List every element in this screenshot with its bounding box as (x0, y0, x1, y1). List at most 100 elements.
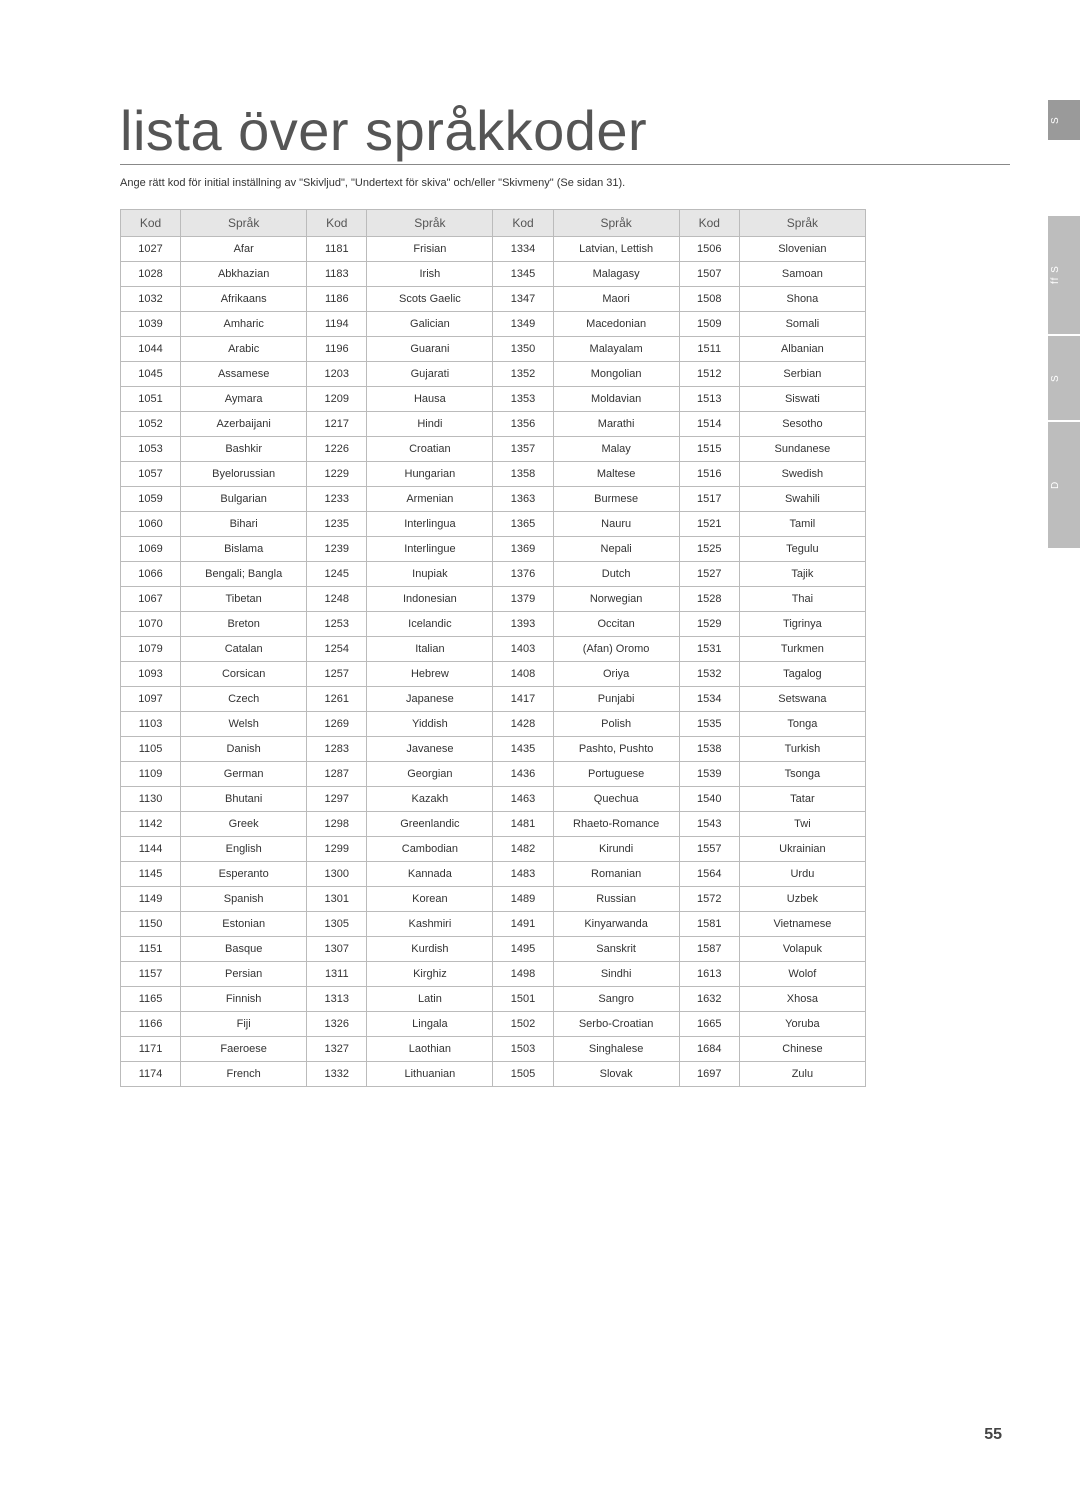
language-cell: Bulgarian (181, 487, 307, 512)
code-cell: 1529 (679, 612, 739, 637)
table-row: 1105Danish1283Javanese1435Pashto, Pushto… (121, 737, 866, 762)
code-cell: 1300 (307, 862, 367, 887)
code-cell: 1261 (307, 687, 367, 712)
language-cell: Javanese (367, 737, 493, 762)
language-cell: Danish (181, 737, 307, 762)
table-row: 1069Bislama1239Interlingue1369Nepali1525… (121, 537, 866, 562)
table-row: 1150Estonian1305Kashmiri1491Kinyarwanda1… (121, 912, 866, 937)
code-cell: 1353 (493, 387, 553, 412)
code-cell: 1283 (307, 737, 367, 762)
code-cell: 1350 (493, 337, 553, 362)
code-cell: 1481 (493, 812, 553, 837)
language-cell: Greek (181, 812, 307, 837)
language-cell: Afrikaans (181, 287, 307, 312)
language-cell: Uzbek (739, 887, 865, 912)
code-cell: 1517 (679, 487, 739, 512)
language-cell: Portuguese (553, 762, 679, 787)
language-cell: Scots Gaelic (367, 287, 493, 312)
language-cell: Indonesian (367, 587, 493, 612)
code-cell: 1069 (121, 537, 181, 562)
language-cell: Laothian (367, 1037, 493, 1062)
code-cell: 1491 (493, 912, 553, 937)
language-cell: Lithuanian (367, 1062, 493, 1087)
table-row: 1097Czech1261Japanese1417Punjabi1534Sets… (121, 687, 866, 712)
language-cell: Mongolian (553, 362, 679, 387)
side-tab-3: S (1048, 336, 1080, 420)
table-row: 1166Fiji1326Lingala1502Serbo-Croatian166… (121, 1012, 866, 1037)
side-tab-spacer (1048, 142, 1080, 216)
code-cell: 1053 (121, 437, 181, 462)
code-cell: 1142 (121, 812, 181, 837)
language-cell: Lingala (367, 1012, 493, 1037)
code-cell: 1587 (679, 937, 739, 962)
code-cell: 1557 (679, 837, 739, 862)
code-cell: 1521 (679, 512, 739, 537)
code-cell: 1145 (121, 862, 181, 887)
language-cell: Kannada (367, 862, 493, 887)
table-row: 1145Esperanto1300Kannada1483Romanian1564… (121, 862, 866, 887)
code-cell: 1632 (679, 987, 739, 1012)
side-tab-4: D (1048, 422, 1080, 548)
code-cell: 1109 (121, 762, 181, 787)
language-cell: Romanian (553, 862, 679, 887)
language-cell: Italian (367, 637, 493, 662)
language-cell: Inupiak (367, 562, 493, 587)
language-cell: Serbian (739, 362, 865, 387)
code-cell: 1543 (679, 812, 739, 837)
language-cell: Serbo-Croatian (553, 1012, 679, 1037)
language-cell: Latvian, Lettish (553, 237, 679, 262)
code-cell: 1535 (679, 712, 739, 737)
language-cell: Tibetan (181, 587, 307, 612)
code-cell: 1070 (121, 612, 181, 637)
code-cell: 1181 (307, 237, 367, 262)
code-cell: 1393 (493, 612, 553, 637)
table-row: 1070Breton1253Icelandic1393Occitan1529Ti… (121, 612, 866, 637)
language-cell: Esperanto (181, 862, 307, 887)
language-cell: Slovenian (739, 237, 865, 262)
language-cell: Hungarian (367, 462, 493, 487)
language-cell: Afar (181, 237, 307, 262)
language-cell: Burmese (553, 487, 679, 512)
table-row: 1051Aymara1209Hausa1353Moldavian1513Sisw… (121, 387, 866, 412)
table-row: 1171Faeroese1327Laothian1503Singhalese16… (121, 1037, 866, 1062)
language-cell: Swedish (739, 462, 865, 487)
table-row: 1053Bashkir1226Croatian1357Malay1515Sund… (121, 437, 866, 462)
language-cell: Abkhazian (181, 262, 307, 287)
language-cell: Persian (181, 962, 307, 987)
language-cell: (Afan) Oromo (553, 637, 679, 662)
code-cell: 1347 (493, 287, 553, 312)
language-cell: Breton (181, 612, 307, 637)
language-cell: Slovak (553, 1062, 679, 1087)
code-cell: 1463 (493, 787, 553, 812)
language-cell: Dutch (553, 562, 679, 587)
language-cell: Catalan (181, 637, 307, 662)
code-cell: 1144 (121, 837, 181, 862)
code-cell: 1365 (493, 512, 553, 537)
language-cell: Tonga (739, 712, 865, 737)
table-row: 1044Arabic1196Guarani1350Malayalam1511Al… (121, 337, 866, 362)
table-row: 1093Corsican1257Hebrew1408Oriya1532Tagal… (121, 662, 866, 687)
language-cell: Corsican (181, 662, 307, 687)
language-cell: Basque (181, 937, 307, 962)
code-cell: 1060 (121, 512, 181, 537)
language-cell: Samoan (739, 262, 865, 287)
language-cell: Hindi (367, 412, 493, 437)
language-cell: Somali (739, 312, 865, 337)
table-row: 1109German1287Georgian1436Portuguese1539… (121, 762, 866, 787)
code-cell: 1301 (307, 887, 367, 912)
language-cell: Shona (739, 287, 865, 312)
code-cell: 1287 (307, 762, 367, 787)
language-cell: Amharic (181, 312, 307, 337)
side-tab-2: ff S (1048, 216, 1080, 334)
language-cell: Moldavian (553, 387, 679, 412)
language-cell: German (181, 762, 307, 787)
code-cell: 1248 (307, 587, 367, 612)
header-lang-1: Språk (181, 210, 307, 237)
language-cell: Nauru (553, 512, 679, 537)
language-cell: Volapuk (739, 937, 865, 962)
code-cell: 1417 (493, 687, 553, 712)
language-cell: Turkish (739, 737, 865, 762)
code-cell: 1511 (679, 337, 739, 362)
code-cell: 1345 (493, 262, 553, 287)
code-cell: 1363 (493, 487, 553, 512)
